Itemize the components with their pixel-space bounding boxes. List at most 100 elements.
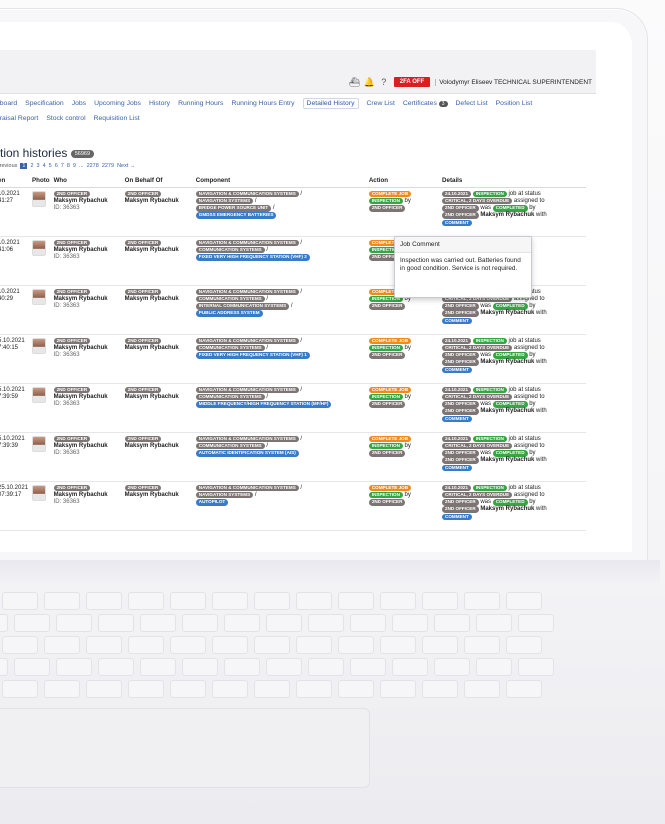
table-row: 5.10.2021 7:39:59 2ND OFFICER Maksym Rybach… — [0, 383, 586, 433]
component-tag[interactable]: FIXED VERY HIGH FREQUENCY STATION (VHF) … — [195, 352, 310, 359]
nav-item[interactable]: Certificates 3 — [403, 100, 448, 107]
component-tag[interactable]: NAVIGATION & COMMUNICATION SYSTEMS — [195, 484, 299, 491]
twofa-button[interactable]: 2FA OFF — [393, 77, 431, 87]
who-name[interactable]: Maksym Rybachuk — [54, 394, 121, 401]
component-tag[interactable]: NAVIGATION & COMMUNICATION SYSTEMS — [195, 386, 299, 393]
component-tag[interactable]: COMMUNICATION SYSTEMS — [195, 344, 265, 352]
nav-item[interactable]: praisal Report — [0, 115, 38, 122]
pager-page[interactable]: 2 — [30, 163, 33, 169]
ship-icon[interactable]: ⛴ — [349, 77, 360, 87]
comment-button[interactable]: comment — [442, 219, 472, 227]
who-name[interactable]: Maksym Rybachuk — [54, 247, 121, 254]
component-tag[interactable]: NAVIGATION & COMMUNICATION SYSTEMS — [195, 288, 299, 295]
row-date: 10.2021 — [0, 239, 20, 246]
nav-item[interactable]: History — [149, 100, 170, 107]
component-tag[interactable]: NAVIGATION SYSTEMS — [195, 197, 254, 205]
component-tag[interactable]: INTERNAL COMMUNICATION SYSTEMS — [195, 303, 290, 310]
component-tag[interactable]: NAVIGATION & COMMUNICATION SYSTEMS — [195, 190, 299, 197]
keyboard-key — [422, 592, 458, 610]
bell-icon[interactable]: 🔔 — [364, 77, 375, 87]
who-name[interactable]: Maksym Rybachuk — [54, 296, 121, 303]
nav-item[interactable]: Defect List — [456, 100, 488, 107]
nav-item[interactable]: Detailed History — [302, 98, 359, 109]
pager-page[interactable]: 1 — [20, 163, 28, 169]
nav-item[interactable]: Stock control — [46, 115, 85, 122]
who-name[interactable]: Maksym Rybachuk — [54, 198, 121, 205]
behalf-name[interactable]: Maksym Rybachuk — [125, 492, 192, 499]
details-type-badge: INSPECTION — [472, 386, 507, 393]
pager-next[interactable]: Next → — [117, 163, 135, 169]
behalf-name[interactable]: Maksym Rybachuk — [125, 296, 192, 303]
avatar — [32, 337, 47, 354]
comment-button[interactable]: comment — [442, 366, 472, 374]
separator: / — [298, 435, 303, 442]
history-count-badge: 56969 — [70, 149, 95, 158]
app-screen: ⛴ 🔔 ? 2FA OFF Volodymyr Eliseev TECHNICA… — [0, 50, 596, 546]
component-tag[interactable]: NAVIGATION & COMMUNICATION SYSTEMS — [195, 337, 299, 344]
comment-button[interactable]: comment — [442, 415, 472, 423]
component-tag[interactable]: FIXED VERY HIGH FREQUENCY STATION (VHF) … — [195, 254, 310, 261]
avatar — [32, 386, 47, 403]
component-tag[interactable]: AUTOPILOT — [195, 499, 229, 506]
details-critical-badge: critical, 2 days overdue — [442, 491, 513, 499]
action-cell: Complete JobINSPECTION by2ND OFFICER — [366, 187, 441, 237]
component-tag[interactable]: BRIDGE POWER SOURCE UNIT — [195, 205, 272, 212]
keyboard-key — [338, 592, 374, 610]
table-row: 5.10.2021 7:39:39 2ND OFFICER Maksym Rybach… — [0, 432, 586, 482]
component-tag[interactable]: NAVIGATION & COMMUNICATION SYSTEMS — [195, 435, 299, 442]
component-tag[interactable]: COMMUNICATION SYSTEMS — [195, 246, 265, 254]
who-name[interactable]: Maksym Rybachuk — [54, 443, 121, 450]
role-badge: 2ND OFFICER — [124, 190, 162, 197]
pager-page[interactable]: 7 — [61, 163, 64, 169]
behalf-name[interactable]: Maksym Rybachuk — [125, 345, 192, 352]
component-tag[interactable]: COMMUNICATION SYSTEMS — [195, 442, 265, 450]
pager-page[interactable]: 3 — [37, 163, 40, 169]
nav-item[interactable]: Requisition List — [94, 115, 140, 122]
nav-item[interactable]: Running Hours — [178, 100, 223, 107]
comment-button[interactable]: comment — [442, 464, 472, 472]
help-icon[interactable]: ? — [379, 77, 389, 87]
pager-page[interactable]: 2279 — [102, 163, 114, 169]
details-name: Maksym Rybachuk — [478, 506, 535, 513]
component-tag[interactable]: COMMUNICATION SYSTEMS — [195, 393, 265, 401]
role-badge: 2ND OFFICER — [368, 352, 406, 359]
pager-prev[interactable]: Previous — [0, 163, 17, 169]
date-cell: 5.10.2021 7:40:15 — [0, 334, 31, 384]
comment-button[interactable]: comment — [442, 317, 472, 325]
pager-page[interactable]: ... — [79, 163, 84, 169]
who-name[interactable]: Maksym Rybachuk — [54, 345, 121, 352]
nav-item[interactable]: Crew List — [367, 100, 395, 107]
component-tag[interactable]: GMDSS EMERGENCY BATTERIES — [195, 212, 277, 219]
component-tag[interactable]: NAVIGATION SYSTEMS — [195, 491, 254, 499]
nav-item[interactable]: Upcoming Jobs — [94, 100, 141, 107]
pager-page[interactable]: 6 — [55, 163, 58, 169]
pager-page[interactable]: 5 — [49, 163, 52, 169]
behalf-name[interactable]: Maksym Rybachuk — [125, 394, 192, 401]
behalf-name[interactable]: Maksym Rybachuk — [125, 443, 192, 450]
role-badge: 2ND OFFICER — [442, 450, 479, 457]
tooltip-title: Job Comment — [395, 237, 531, 253]
nav-item[interactable]: Jobs — [72, 100, 86, 107]
pager-page[interactable]: 8 — [67, 163, 70, 169]
user-menu[interactable]: Volodymyr Eliseev TECHNICAL SUPERINTENDE… — [435, 78, 592, 86]
behalf-name[interactable]: Maksym Rybachuk — [125, 247, 192, 254]
who-name[interactable]: Maksym Rybachuk — [54, 492, 121, 499]
pager-page[interactable]: 9 — [73, 163, 76, 169]
behalf-name[interactable]: Maksym Rybachuk — [125, 198, 192, 205]
component-tag[interactable]: AUTOMATIC IDENTIFICATION SYSTEM (AIS) — [195, 450, 299, 457]
component-tag[interactable]: COMMUNICATION SYSTEMS — [195, 295, 265, 303]
pager-page[interactable]: 2278 — [87, 163, 99, 169]
nav-item[interactable]: Running Hours Entry — [231, 100, 294, 107]
pager-page[interactable]: 4 — [43, 163, 46, 169]
nav-item[interactable]: hboard — [0, 100, 17, 107]
component-tag[interactable]: MIDDLE FREQUENCY/HIGH FREQUENCY STATION … — [195, 401, 332, 408]
role-badge: 2ND OFFICER — [124, 484, 162, 491]
keyboard-key — [128, 636, 164, 654]
avatar — [32, 484, 47, 501]
nav-item[interactable]: Specification — [25, 100, 64, 107]
details-date-badge: 24.10.2021 — [442, 435, 472, 442]
nav-item[interactable]: Position List — [496, 100, 533, 107]
comment-button[interactable]: comment — [442, 513, 472, 521]
component-tag[interactable]: PUBLIC ADDRESS SYSTEM — [195, 310, 263, 317]
component-tag[interactable]: NAVIGATION & COMMUNICATION SYSTEMS — [195, 239, 299, 246]
